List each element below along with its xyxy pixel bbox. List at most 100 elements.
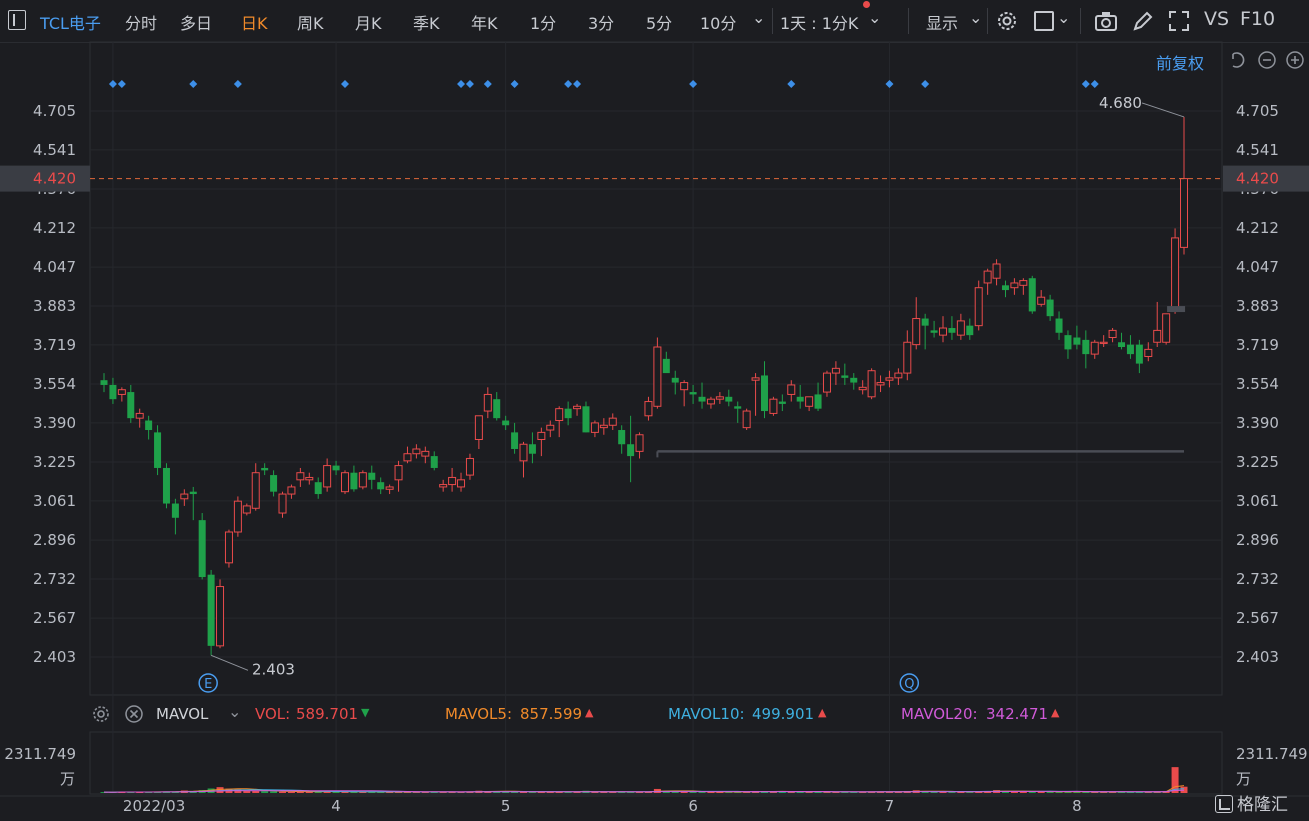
settings-icon[interactable] xyxy=(91,704,111,724)
candle-body xyxy=(635,434,644,452)
candle-body xyxy=(590,422,599,433)
indicator-select[interactable]: MAVOL xyxy=(156,705,208,723)
adjust-mode-label[interactable]: 前复权 xyxy=(1156,50,1204,74)
y-tick-label: 3.225 xyxy=(1236,453,1279,471)
candle-body xyxy=(850,377,858,383)
y-tick-label: 3.390 xyxy=(33,414,76,432)
event-dot xyxy=(340,80,349,88)
event-dot xyxy=(117,80,126,88)
candle-body xyxy=(117,389,126,395)
candle-body xyxy=(1162,313,1171,343)
last-price-label: 4.420 xyxy=(1236,170,1279,188)
candle-body xyxy=(734,406,742,409)
mavol10-value: 499.901 xyxy=(752,705,815,723)
candle-body xyxy=(171,503,179,518)
candle-body xyxy=(421,450,430,457)
candle-body xyxy=(956,320,965,336)
undo-icon[interactable] xyxy=(1228,50,1248,70)
candle-body xyxy=(305,476,314,481)
candle-body xyxy=(689,392,697,395)
y-tick-label: 2.732 xyxy=(33,570,76,588)
candle-body xyxy=(903,341,912,374)
up-arrow-icon: ▲ xyxy=(1051,706,1060,719)
candle-body xyxy=(822,372,831,393)
candle-body xyxy=(135,412,144,419)
candle-body xyxy=(278,493,287,514)
candle-body xyxy=(1090,341,1099,355)
candle-body xyxy=(1046,299,1054,317)
candle-body xyxy=(162,467,170,504)
candle-body xyxy=(921,318,929,326)
candle-body xyxy=(145,420,153,431)
y-tick-label: 2.567 xyxy=(33,609,76,627)
candle-body xyxy=(465,457,474,476)
candle-body xyxy=(662,358,670,374)
candle-body xyxy=(618,430,626,445)
candle-body xyxy=(385,486,394,490)
y-tick-label: 2.567 xyxy=(1236,609,1279,627)
candle-body xyxy=(528,444,536,454)
x-axis: 2022/03 4 5 6 7 8 xyxy=(123,797,1082,815)
candlesticks xyxy=(100,116,1188,656)
volume-bar xyxy=(287,791,295,793)
y-tick-label: 2.403 xyxy=(1236,648,1279,666)
candle-body xyxy=(154,432,162,468)
candle-body xyxy=(519,443,528,462)
quarterly-marker-label: Q xyxy=(904,677,914,692)
candle-body xyxy=(725,396,733,402)
candle-body xyxy=(627,444,635,457)
candle-body xyxy=(966,325,974,336)
y-tick-label: 3.554 xyxy=(33,375,76,393)
x-tick-label: 6 xyxy=(688,797,698,815)
y-tick-label: 4.212 xyxy=(1236,219,1279,237)
volume-bar xyxy=(270,791,278,793)
candle-body xyxy=(1144,348,1153,357)
minus-circle-icon[interactable] xyxy=(1257,50,1277,70)
candle-body xyxy=(198,520,206,578)
candle-body xyxy=(742,410,751,429)
candle-body xyxy=(1099,341,1108,344)
candle-body xyxy=(858,386,867,391)
candle-body xyxy=(573,405,582,410)
y-tick-label: 2.403 xyxy=(33,648,76,666)
candle-body xyxy=(671,377,679,383)
x-tick-label: 7 xyxy=(885,797,895,815)
candle-body xyxy=(261,467,269,471)
candle-body xyxy=(974,287,983,327)
candle-body xyxy=(644,401,653,417)
chevron-down-icon[interactable]: ⌄ xyxy=(228,702,241,721)
candle-body xyxy=(100,380,108,385)
y-tick-label: 3.225 xyxy=(33,453,76,471)
candle-body xyxy=(296,472,305,481)
mavol5-value: 857.599 xyxy=(520,705,583,723)
volume-bar xyxy=(252,790,260,793)
candle-body xyxy=(233,500,242,533)
y-tick-label: 2.732 xyxy=(1236,570,1279,588)
candle-body xyxy=(474,415,483,441)
y-tick-label: 3.554 xyxy=(1236,375,1279,393)
candle-body xyxy=(778,401,786,404)
earnings-marker-label: E xyxy=(204,677,212,692)
y-tick-label: 3.719 xyxy=(33,336,76,354)
x-tick-label: 8 xyxy=(1072,797,1082,815)
event-dot xyxy=(465,80,474,88)
stock-chart[interactable]: 4.7054.5414.3764.2124.0473.8833.7193.554… xyxy=(0,0,1309,821)
candle-body xyxy=(1126,344,1134,355)
vol-value: 589.701 xyxy=(296,705,359,723)
y-tick-label: 2.896 xyxy=(33,531,76,549)
candle-body xyxy=(1037,296,1046,305)
candle-body xyxy=(983,270,992,284)
close-circle-icon[interactable] xyxy=(124,704,144,724)
candle-body xyxy=(564,408,572,419)
candle-body xyxy=(412,448,421,455)
candle-body xyxy=(582,406,590,433)
candle-body xyxy=(1064,335,1072,350)
event-dot xyxy=(787,80,796,88)
mavol20-value: 342.471 xyxy=(986,705,1049,723)
candle-body xyxy=(483,393,492,412)
candle-body xyxy=(448,476,457,486)
event-dot xyxy=(510,80,519,88)
plus-circle-icon[interactable] xyxy=(1285,50,1305,70)
indicator-bar: MAVOL ⌄ VOL: 589.701 ▼ MAVOL5: 857.599 ▲… xyxy=(0,700,1309,728)
candle-body xyxy=(599,424,608,429)
